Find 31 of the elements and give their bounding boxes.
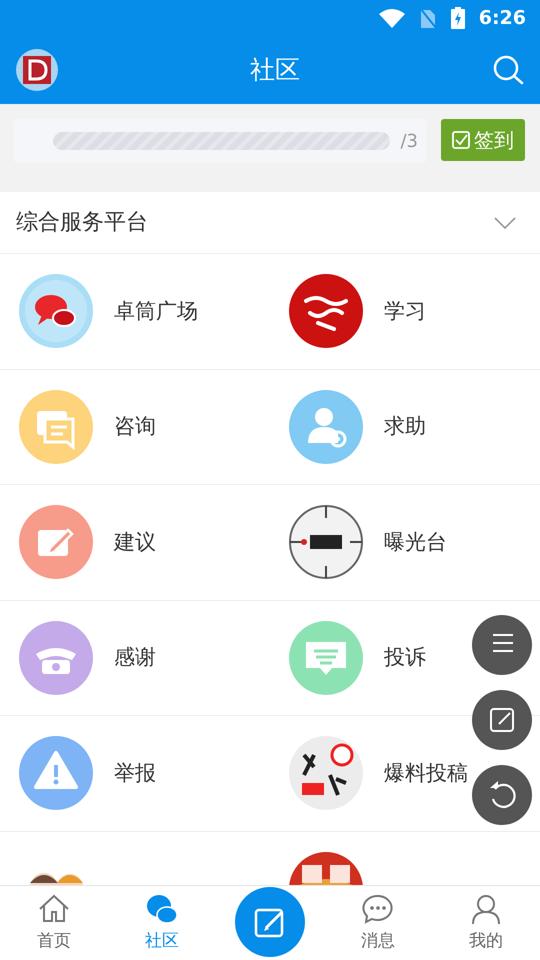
chat-bubbles-icon[interactable] — [18, 273, 94, 350]
study-icon[interactable] — [288, 273, 364, 350]
battery-charging-icon — [450, 7, 465, 29]
search-icon[interactable] — [492, 54, 524, 86]
nav-tab[interactable]: 首页 — [0, 886, 108, 960]
wifi-icon — [378, 8, 405, 28]
service-label[interactable]: 咨询 — [114, 411, 156, 442]
checkbox-icon — [452, 131, 470, 149]
checkin-count: /3 — [400, 130, 418, 154]
nav-tab[interactable]: 我的 — [432, 886, 540, 960]
service-label[interactable]: 建议 — [114, 526, 156, 558]
service-label[interactable]: 爆料投稿 — [384, 758, 468, 789]
section-title: 综合服务平台 — [16, 209, 148, 237]
edit-icon — [487, 705, 517, 735]
service-label[interactable]: 卓筒广场 — [114, 296, 198, 327]
service-label[interactable]: 曝光台 — [384, 526, 447, 558]
service-label[interactable]: 求助 — [384, 411, 426, 442]
user-icon — [469, 892, 503, 926]
service-label[interactable]: 举报 — [114, 758, 156, 789]
nav-tab[interactable]: 消息 — [324, 886, 432, 960]
crosshair-icon[interactable] — [288, 504, 364, 580]
service-label[interactable]: 感谢 — [114, 642, 156, 674]
avatar-icon[interactable] — [16, 49, 58, 91]
nav-tab[interactable]: 社区 — [108, 886, 216, 960]
status-time: 6:26 — [478, 6, 526, 31]
service-label[interactable]: 投诉 — [384, 642, 426, 674]
page-title: 社区 — [250, 54, 300, 86]
chevron-icon[interactable] — [494, 216, 516, 228]
no-sim-icon — [418, 7, 437, 29]
comment-icon — [361, 892, 395, 926]
service-label[interactable]: 学习 — [384, 296, 426, 327]
